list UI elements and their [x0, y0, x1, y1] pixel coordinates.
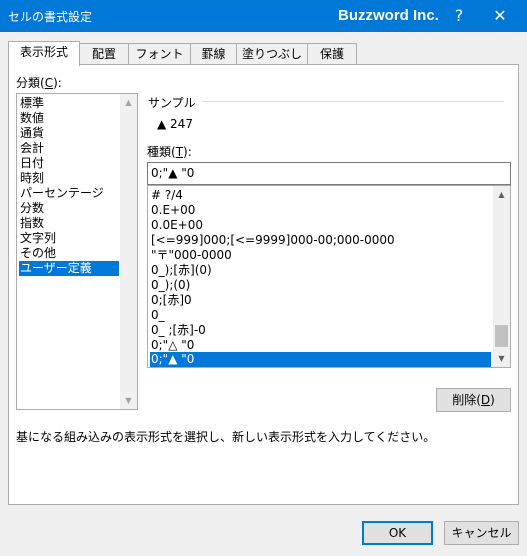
category-item[interactable]: 会計: [19, 141, 44, 156]
category-item[interactable]: 通貨: [19, 126, 44, 141]
type-item[interactable]: [<=999]000;[<=9999]000-00;000-0000: [150, 233, 491, 248]
close-button[interactable]: ✕: [482, 4, 518, 28]
window-title: セルの書式設定: [8, 10, 93, 24]
sample-label: サンプル: [148, 96, 196, 110]
sample-value: ▲ 247: [157, 117, 193, 131]
type-item[interactable]: 0_);[赤](0): [150, 263, 491, 278]
type-item[interactable]: "〒"000-0000: [150, 248, 491, 263]
tab-number[interactable]: 表示形式: [8, 41, 80, 66]
delete-button[interactable]: 削除(D): [436, 388, 511, 412]
title-bar[interactable]: セルの書式設定 Buzzword Inc. ? ✕: [0, 0, 527, 32]
scroll-down-icon[interactable]: ▼: [120, 392, 137, 409]
category-item[interactable]: その他: [19, 246, 56, 261]
ok-button[interactable]: OK: [362, 521, 433, 545]
sample-divider: [202, 101, 504, 102]
scroll-up-icon[interactable]: ▲: [493, 186, 510, 203]
type-item[interactable]: 0.E+00: [150, 203, 491, 218]
description-text: 基になる組み込みの表示形式を選択し、新しい表示形式を入力してください。: [16, 430, 436, 444]
type-item[interactable]: # ?/4: [150, 188, 491, 203]
category-scrollbar[interactable]: ▲ ▼: [120, 94, 137, 409]
type-item[interactable]: 0;[赤]0: [150, 293, 491, 308]
category-label: 分類(C):: [16, 76, 62, 90]
tab-protection[interactable]: 保護: [307, 43, 357, 65]
cancel-button[interactable]: キャンセル: [444, 521, 519, 545]
category-item[interactable]: パーセンテージ: [19, 186, 104, 201]
category-item-selected[interactable]: ユーザー定義: [19, 261, 119, 276]
type-item[interactable]: 0_);(0): [150, 278, 491, 293]
category-listbox[interactable]: 標準 数値 通貨 会計 日付 時刻 パーセンテージ 分数 指数 文字列 その他 …: [16, 93, 138, 410]
type-label: 種類(T):: [147, 145, 192, 159]
format-cells-dialog: セルの書式設定 Buzzword Inc. ? ✕ 表示形式 配置 フォント 罫…: [0, 0, 527, 556]
type-item-selected[interactable]: 0;"▲ "0: [150, 352, 491, 367]
type-item[interactable]: 0_: [150, 308, 491, 323]
tab-font[interactable]: フォント: [128, 43, 191, 65]
type-listbox[interactable]: # ?/4 0.E+00 0.0E+00 [<=999]000;[<=9999]…: [147, 185, 511, 368]
category-item[interactable]: 時刻: [19, 171, 44, 186]
type-item[interactable]: 0;"△ "0: [150, 338, 491, 353]
tab-alignment[interactable]: 配置: [79, 43, 129, 65]
scroll-down-icon[interactable]: ▼: [493, 350, 510, 367]
category-item[interactable]: 指数: [19, 216, 44, 231]
type-item[interactable]: 0_ ;[赤]-0: [150, 323, 491, 338]
tab-fill[interactable]: 塗りつぶし: [236, 43, 308, 65]
category-item[interactable]: 日付: [19, 156, 44, 171]
scroll-up-icon[interactable]: ▲: [120, 94, 137, 111]
type-input[interactable]: 0;"▲ "0: [147, 162, 511, 185]
type-scrollbar[interactable]: ▲ ▼: [493, 186, 510, 367]
category-item[interactable]: 文字列: [19, 231, 56, 246]
type-item[interactable]: 0.0E+00: [150, 218, 491, 233]
tab-border[interactable]: 罫線: [190, 43, 237, 65]
help-button[interactable]: ?: [446, 4, 472, 28]
category-item[interactable]: 数値: [19, 111, 44, 126]
category-item[interactable]: 標準: [19, 96, 44, 111]
category-item[interactable]: 分数: [19, 201, 44, 216]
scroll-thumb[interactable]: [495, 325, 508, 347]
brand-name: Buzzword Inc.: [338, 7, 439, 24]
